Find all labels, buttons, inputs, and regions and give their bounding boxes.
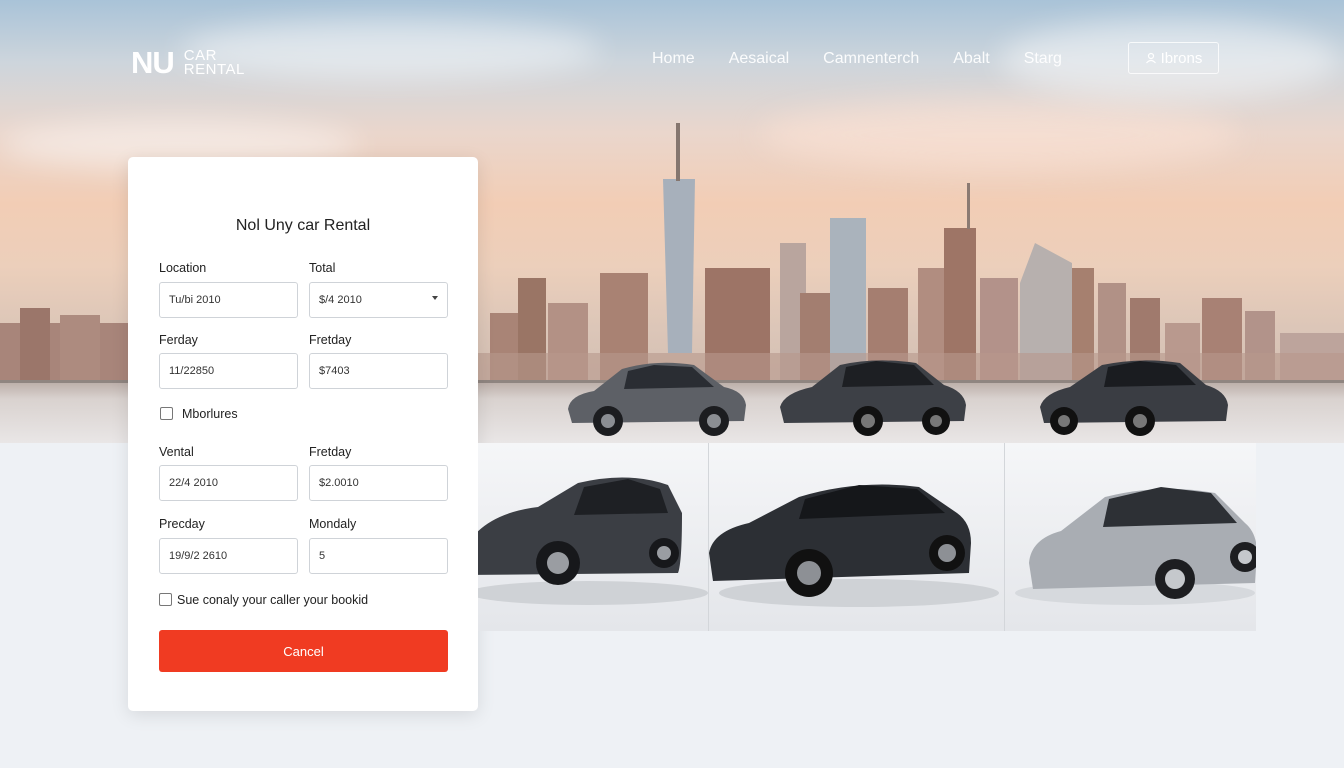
field-label-ferday: Ferday: [159, 333, 198, 347]
field-label-fretday: Fretday: [309, 333, 352, 347]
car-image: [1040, 360, 1228, 436]
car-gallery: [478, 443, 1256, 631]
vental-input[interactable]: 22/4 2010: [159, 465, 298, 501]
confirm-checkbox[interactable]: [159, 593, 172, 606]
nav-item-about[interactable]: Abalt: [953, 50, 989, 68]
ferday-input[interactable]: 11/22850: [159, 353, 298, 389]
car-image: [709, 484, 999, 607]
sign-in-button[interactable]: Ibrons: [1128, 42, 1219, 74]
total-select-value: $/4 2010: [319, 294, 362, 306]
logo-mark: NU: [131, 45, 175, 80]
nav-item-3[interactable]: Camnenterch: [823, 50, 919, 68]
sign-in-label: Ibrons: [1160, 49, 1203, 67]
field-label-total: Total: [309, 261, 336, 275]
nav-item-home[interactable]: Home: [652, 50, 695, 68]
mborlures-checkbox[interactable]: [160, 407, 173, 420]
logo-text-line-2: RENTAL: [183, 61, 245, 78]
nav-item-5[interactable]: Starg: [1024, 50, 1062, 68]
car-image: [568, 362, 746, 436]
field-label-vental: Vental: [159, 445, 194, 459]
field-label-location: Location: [159, 261, 207, 275]
car-card[interactable]: [708, 443, 1004, 631]
field-label-precday: Precday: [159, 517, 205, 531]
fretday-2-input[interactable]: $2.0010: [309, 465, 448, 501]
cancel-button[interactable]: Cancel: [159, 630, 448, 672]
logo-text: CAR RENTAL: [183, 48, 245, 78]
form-title: Nol Uny car Rental: [235, 217, 371, 234]
car-image: [780, 360, 966, 436]
total-select[interactable]: $/4 2010: [309, 282, 448, 318]
user-icon: [1145, 52, 1156, 64]
mondaly-input[interactable]: 5: [309, 538, 448, 574]
brand-logo[interactable]: NU CAR RENTAL: [131, 45, 245, 81]
precday-input[interactable]: 19/9/2 2610: [159, 538, 298, 574]
car-card[interactable]: [478, 443, 708, 631]
chevron-down-icon: [432, 296, 438, 300]
top-nav: Home Aesaical Camnenterch Abalt Starg: [652, 50, 1062, 68]
nav-item-2[interactable]: Aesaical: [729, 50, 789, 68]
car-image: [478, 477, 708, 605]
confirm-label: Sue conaly your caller your bookid: [177, 593, 369, 607]
booking-form: Nol Uny car Rental Location Tu/bi 2010 T…: [128, 157, 478, 711]
mborlures-label: Mborlures: [182, 407, 238, 421]
location-input[interactable]: Tu/bi 2010: [159, 282, 298, 318]
fretday-input[interactable]: $7403: [309, 353, 448, 389]
car-card[interactable]: [1004, 443, 1256, 631]
field-label-mondaly: Mondaly: [309, 517, 357, 531]
car-image: [1015, 487, 1256, 605]
field-label-fretday-2: Fretday: [309, 445, 352, 459]
